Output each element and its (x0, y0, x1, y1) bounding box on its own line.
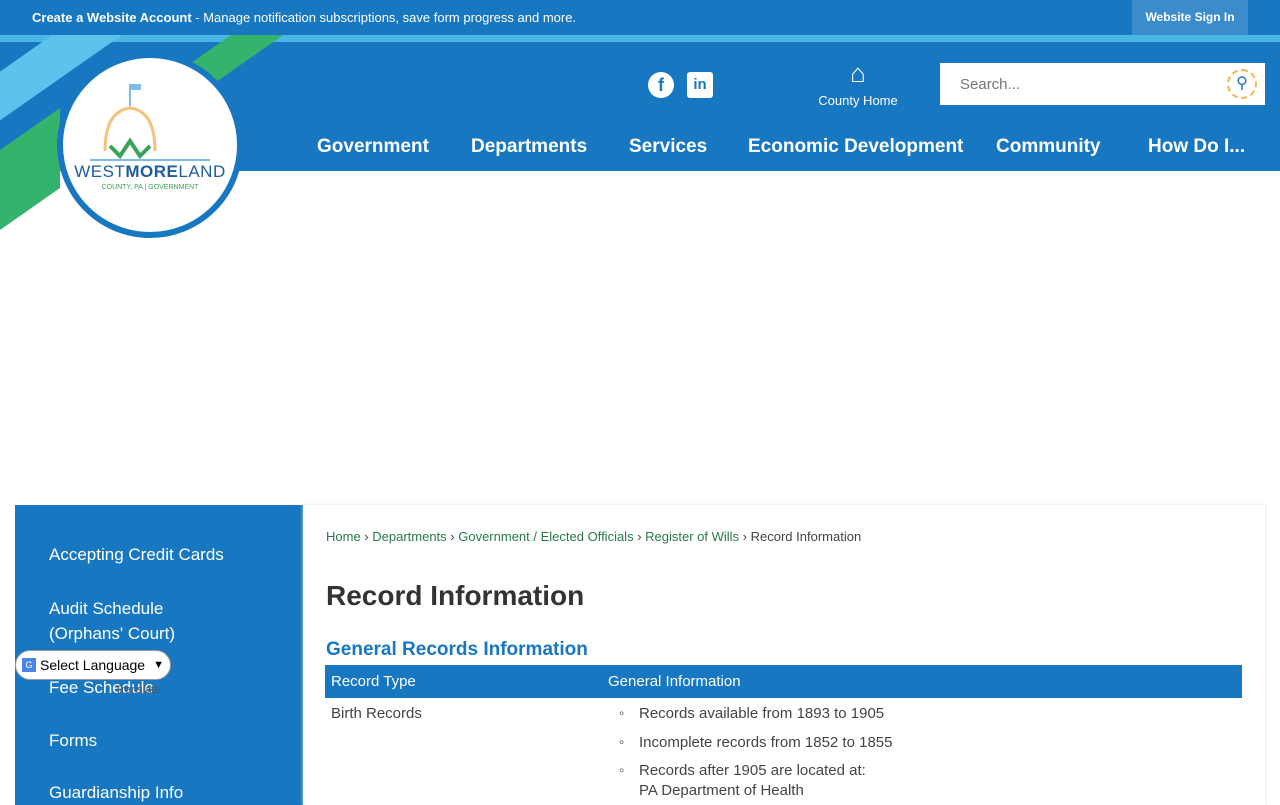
logo-subtitle: COUNTY, PA | GOVERNMENT (101, 184, 199, 191)
county-home-link[interactable]: ⌂ County Home (812, 53, 904, 108)
nav-services[interactable]: Services (629, 135, 707, 159)
search-input[interactable] (940, 63, 1210, 105)
list-item: Records after 1905 are located at: PA Dep… (619, 762, 866, 799)
column-header-general-information: General Information (608, 673, 741, 690)
county-logo[interactable]: WESTMORELAND COUNTY, PA | GOVERNMENT (57, 52, 243, 238)
language-select[interactable]: G Select Language ▼ (15, 650, 171, 680)
sidebar-item-accepting-credit-cards[interactable]: Accepting Credit Cards (49, 542, 224, 567)
page-title: Record Information (326, 580, 585, 611)
nav-government[interactable]: Government (317, 135, 429, 159)
sidebar-item-audit-schedule[interactable]: Audit Schedule (Orphans' Court) (49, 596, 175, 646)
powered-by-translate[interactable]: Translate (115, 684, 160, 696)
create-account-label: Create a Website Account (32, 10, 192, 25)
google-translate-icon: G (22, 658, 36, 672)
linkedin-icon[interactable]: in (687, 72, 713, 98)
sidebar-item-guardianship-info[interactable]: Guardianship Info (49, 780, 183, 805)
nav-community[interactable]: Community (996, 135, 1101, 159)
sidebar-item-label: Audit Schedule (49, 599, 164, 618)
record-type-cell: Birth Records (331, 705, 422, 722)
nav-economic-development[interactable]: Economic Development (748, 135, 963, 159)
nav-how-do-i[interactable]: How Do I... (1148, 135, 1245, 159)
logo-name: WESTMORELAND (74, 162, 226, 181)
sidebar-item-forms[interactable]: Forms (49, 728, 97, 753)
search-box: ⚲ (940, 63, 1265, 105)
account-description: - Manage notification subscriptions, sav… (191, 10, 577, 25)
create-account-link[interactable]: Create a Website Account - Manage notifi… (32, 10, 576, 25)
language-select-label: Select Language (40, 657, 146, 673)
table-header: Record Type General Information (325, 665, 1242, 698)
list-item: Incomplete records from 1852 to 1855 (619, 734, 893, 751)
breadcrumb-register-of-wills[interactable]: Register of Wills (645, 529, 739, 544)
sidebar-item-label: (Orphans' Court) (49, 624, 176, 643)
list-item: Records available from 1893 to 1905 (619, 705, 884, 722)
website-sign-in-button[interactable]: Website Sign In (1132, 0, 1248, 35)
search-icon[interactable]: ⚲ (1227, 69, 1257, 99)
breadcrumb: Home › Departments › Government / Electe… (326, 529, 862, 544)
breadcrumb-government[interactable]: Government / Elected Officials (458, 529, 633, 544)
facebook-icon[interactable]: f (648, 72, 674, 98)
section-title: General Records Information (326, 639, 588, 660)
breadcrumb-home[interactable]: Home (326, 529, 361, 544)
top-bar: Create a Website Account - Manage notifi… (0, 0, 1280, 35)
breadcrumb-departments[interactable]: Departments (372, 529, 446, 544)
decor-stripe (0, 35, 1280, 42)
chevron-down-icon: ▼ (153, 659, 164, 671)
list-item-text: PA Department of Health (639, 782, 804, 799)
column-header-record-type: Record Type (331, 673, 416, 690)
main-content: Home › Departments › Government / Electe… (303, 505, 1265, 805)
capitol-dome-icon: ⌂ (850, 58, 866, 88)
county-home-label: County Home (818, 93, 898, 108)
nav-departments[interactable]: Departments (471, 135, 587, 159)
capitol-logo-icon (90, 84, 210, 161)
list-item-text: Records after 1905 are located at: (639, 762, 866, 779)
breadcrumb-current: Record Information (750, 529, 862, 544)
